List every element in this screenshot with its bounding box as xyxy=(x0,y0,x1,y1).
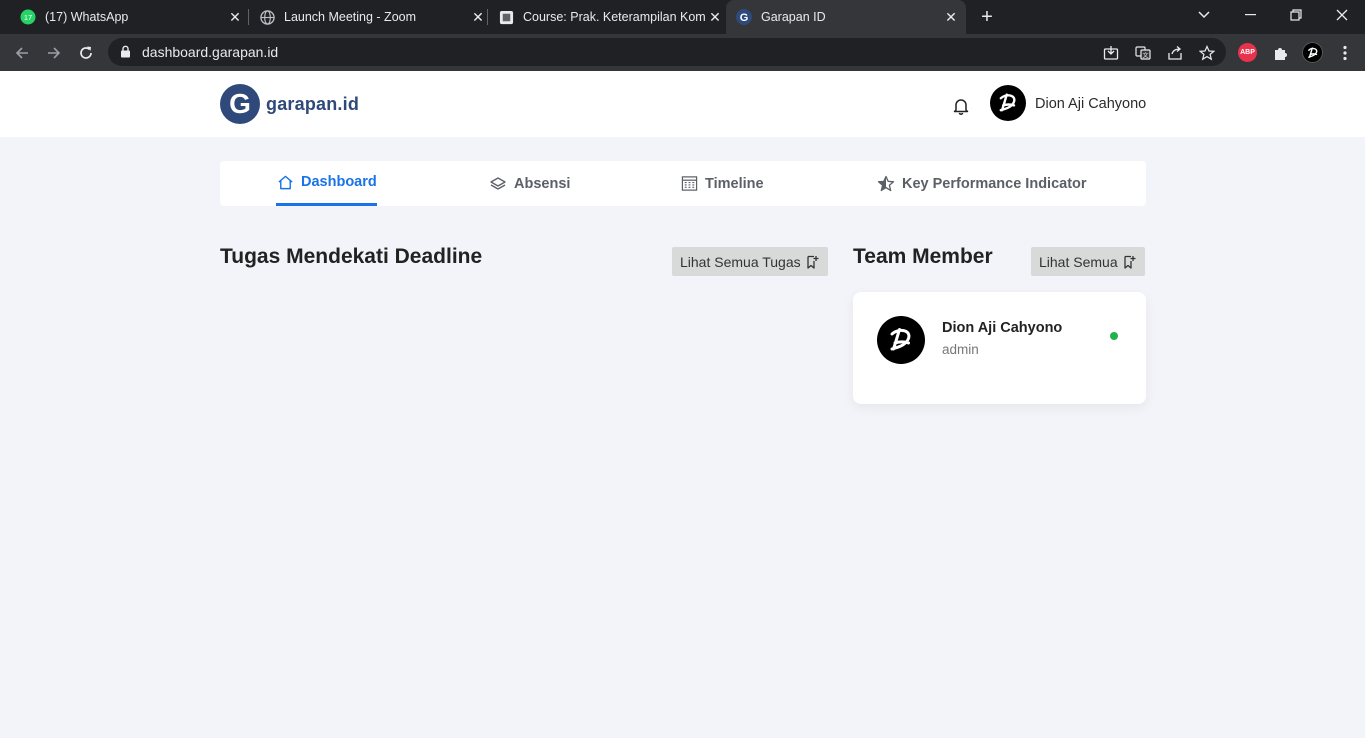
svg-text:G: G xyxy=(740,12,749,24)
close-tab-icon[interactable]: ✕ xyxy=(942,8,960,26)
garapan-favicon: G xyxy=(736,9,752,25)
home-icon xyxy=(276,173,294,191)
tab-title: Launch Meeting - Zoom xyxy=(284,10,417,24)
tab-title: Garapan ID xyxy=(761,10,826,24)
forward-icon[interactable] xyxy=(41,40,67,66)
main-nav: Dashboard Absensi Timeline Key Performan… xyxy=(220,161,1146,206)
tab-timeline[interactable]: Timeline xyxy=(680,161,764,206)
tab-separator xyxy=(487,9,488,25)
extensions-puzzle-icon[interactable] xyxy=(1270,43,1289,62)
browser-tabstrip: 17 (17) WhatsApp ✕ Launch Meeting - Zoom… xyxy=(0,0,1365,34)
browser-tab-zoom[interactable]: Launch Meeting - Zoom ✕ xyxy=(251,0,487,34)
reload-icon[interactable] xyxy=(73,40,99,66)
close-tab-icon[interactable]: ✕ xyxy=(226,8,244,26)
site-header: G garapan.id Dion Aji Cahyono xyxy=(0,71,1365,137)
svg-text:文: 文 xyxy=(1142,52,1148,60)
browser-tab-course[interactable]: Course: Prak. Keterampilan Komunikasi ✕ xyxy=(490,0,724,34)
avatar[interactable] xyxy=(990,85,1026,121)
svg-text:17: 17 xyxy=(24,13,32,22)
logo-text: garapan.id xyxy=(266,93,360,114)
browser-menu-icon[interactable] xyxy=(1335,43,1354,62)
new-tab-button[interactable]: + xyxy=(976,6,998,28)
restore-icon[interactable] xyxy=(1273,0,1319,30)
view-all-members-button[interactable]: Lihat Semua xyxy=(1031,247,1145,276)
minimize-icon[interactable] xyxy=(1227,0,1273,30)
tab-absensi[interactable]: Absensi xyxy=(489,161,570,206)
calendar-icon xyxy=(680,175,698,193)
close-tab-icon[interactable]: ✕ xyxy=(469,8,487,26)
notification-bell-icon[interactable] xyxy=(952,97,970,115)
button-label: Lihat Semua xyxy=(1039,253,1118,270)
browser-tab-garapan[interactable]: G Garapan ID ✕ xyxy=(726,0,966,34)
address-bar[interactable]: dashboard.garapan.id 文 xyxy=(108,38,1226,66)
browser-tab-whatsapp[interactable]: 17 (17) WhatsApp ✕ xyxy=(12,0,244,34)
url-text: dashboard.garapan.id xyxy=(142,44,279,60)
bookmark-star-icon[interactable] xyxy=(1198,44,1216,62)
member-name: Dion Aji Cahyono xyxy=(942,320,1063,336)
logo-mark: G xyxy=(220,84,260,124)
translate-icon[interactable]: 文 xyxy=(1134,44,1152,62)
browser-toolbar: dashboard.garapan.id 文 ABP xyxy=(0,34,1365,71)
team-member-card[interactable]: Dion Aji Cahyono admin xyxy=(853,292,1146,404)
adblock-plus-icon[interactable]: ABP xyxy=(1238,43,1257,62)
close-window-icon[interactable] xyxy=(1319,0,1365,30)
avatar xyxy=(877,316,925,364)
view-all-tasks-button[interactable]: Lihat Semua Tugas xyxy=(672,247,828,276)
tab-kpi[interactable]: Key Performance Indicator xyxy=(877,161,1087,206)
tab-title: (17) WhatsApp xyxy=(45,10,129,24)
tab-search-icon[interactable] xyxy=(1181,0,1227,30)
globe-icon xyxy=(259,9,275,25)
star-icon xyxy=(877,175,895,193)
open-list-icon xyxy=(806,255,820,269)
close-tab-icon[interactable]: ✕ xyxy=(706,8,724,26)
online-status-dot xyxy=(1110,332,1118,340)
tab-separator xyxy=(248,9,249,25)
tab-label: Key Performance Indicator xyxy=(902,175,1087,192)
team-section-title: Team Member xyxy=(853,245,993,268)
tab-label: Timeline xyxy=(705,175,764,192)
tab-label: Absensi xyxy=(514,175,571,192)
lock-icon xyxy=(120,45,131,63)
button-label: Lihat Semua Tugas xyxy=(680,253,801,270)
layers-icon xyxy=(489,175,507,193)
whatsapp-icon: 17 xyxy=(20,9,36,25)
tab-title: Course: Prak. Keterampilan Komunikasi xyxy=(523,10,706,24)
profile-avatar-icon[interactable] xyxy=(1302,42,1323,63)
open-list-icon xyxy=(1123,255,1137,269)
tasks-section-title: Tugas Mendekati Deadline xyxy=(220,245,483,268)
member-role: admin xyxy=(942,342,979,357)
back-icon[interactable] xyxy=(9,40,35,66)
tab-label: Dashboard xyxy=(301,174,377,190)
tab-dashboard[interactable]: Dashboard xyxy=(276,161,377,206)
course-icon xyxy=(498,9,514,25)
share-icon[interactable] xyxy=(1166,44,1184,62)
user-name[interactable]: Dion Aji Cahyono xyxy=(1035,96,1146,112)
install-app-icon[interactable] xyxy=(1102,44,1120,62)
garapan-logo[interactable]: G garapan.id xyxy=(220,84,359,124)
